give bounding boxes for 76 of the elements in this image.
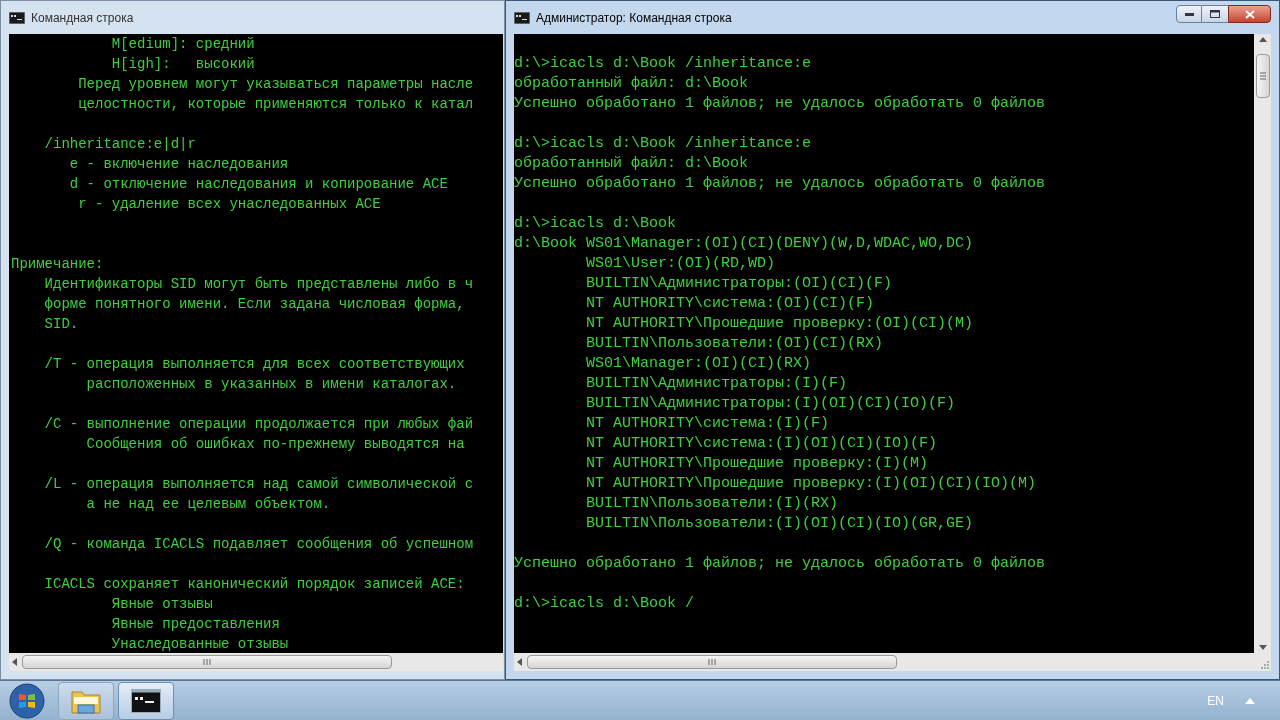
window-title: Администратор: Командная строка	[536, 10, 732, 27]
console-line: /inheritance:e|d|r	[43, 135, 196, 154]
caret-up-icon	[1245, 697, 1255, 704]
console-icon	[9, 12, 25, 24]
console-line: Перед уровнем могут указываться параметры насле	[77, 75, 474, 94]
horizontal-scrollbar[interactable]	[514, 653, 1254, 671]
console-line: обработанный файл: d:\Book	[514, 154, 749, 174]
console-line: Явные отзывы	[110, 595, 213, 614]
console-line: M[edium]: средний	[110, 35, 255, 54]
window-title: Командная строка	[31, 10, 134, 27]
console-line: Унаследованные отзывы	[110, 635, 289, 653]
console-line: /C - выполнение операции продолжается при любых фай	[43, 415, 474, 434]
console-line: NT AUTHORITY\система:(I)(OI)(CI)(IO)(F)	[585, 434, 938, 454]
grip-dots-icon	[1260, 660, 1269, 669]
grip-icon	[708, 659, 716, 665]
console-line: NT AUTHORITY\Прошедшие проверку:(I)(M)	[585, 454, 929, 474]
console-icon	[131, 688, 161, 713]
console-line: Примечание:	[11, 255, 104, 274]
scroll-left-icon[interactable]	[517, 658, 523, 666]
scroll-down-icon[interactable]	[1258, 645, 1267, 650]
vertical-scrollbar[interactable]	[1254, 34, 1271, 653]
console-line: d:\Book WS01\Manager:(OI)(CI)(DENY)(W,D,WDAC,WO,DC)	[514, 234, 974, 254]
console-line: d:\>icacls d:\Book /inheritance:e	[514, 54, 812, 74]
maximize-icon	[1210, 10, 1220, 18]
console-line: расположенных в указанных в имени каталогах.	[85, 375, 457, 394]
taskbar-button[interactable]	[118, 681, 174, 720]
horizontal-scrollbar[interactable]	[9, 653, 503, 671]
grip-icon	[203, 659, 211, 665]
language-indicator[interactable]: EN	[1207, 691, 1224, 710]
grip-icon	[1259, 72, 1266, 80]
console-line: BUILTIN\Пользователи:(OI)(CI)(RX)	[585, 334, 884, 354]
scrollbar-thumb[interactable]	[527, 655, 897, 669]
console-line: а не над ее целевым объектом.	[85, 495, 331, 514]
minimize-icon	[1184, 12, 1194, 16]
console-line: d - отключение наследования и копирование ACE	[68, 175, 448, 194]
console-line: целостности, которые применяются только к катал	[77, 95, 474, 114]
maximize-button[interactable]	[1202, 5, 1228, 23]
console-line: BUILTIN\Администраторы:(I)(F)	[585, 374, 848, 394]
console-line: d:\>icacls d:\Book /	[514, 594, 695, 614]
scrollbar-thumb[interactable]	[22, 655, 392, 669]
console-line: NT AUTHORITY\система:(OI)(CI)(F)	[585, 294, 875, 314]
minimize-button[interactable]	[1176, 5, 1202, 23]
close-button[interactable]	[1228, 5, 1271, 23]
console-line: d:\>icacls d:\Book	[514, 214, 677, 234]
console-line: форме понятного имени. Если задана числовая форма,	[43, 295, 465, 314]
console-line: Сообщения об ошибках по-прежнему выводятся на	[85, 435, 465, 454]
console-line: Явные предоставления	[110, 615, 280, 634]
console-line: NT AUTHORITY\Прошедшие проверку:(I)(OI)(CI)(IO)(M)	[585, 474, 1037, 494]
console-line: NT AUTHORITY\Прошедшие проверку:(OI)(CI)(M)	[585, 314, 974, 334]
console-line: SID.	[43, 315, 79, 334]
console-line: /T - операция выполняется для всех соответствующих	[43, 355, 465, 374]
console-line: WS01\User:(OI)(RD,WD)	[585, 254, 776, 274]
console-line: WS01\Manager:(OI)(CI)(RX)	[585, 354, 812, 374]
console-line: Успешно обработано 1 файлов; не удалось обработать 0 файлов	[514, 174, 1046, 194]
start-orb-icon	[9, 682, 45, 719]
scroll-left-icon[interactable]	[12, 658, 18, 666]
console-line: /Q - команда ICACLS подавляет сообщения об успешном	[43, 535, 474, 554]
console-line: NT AUTHORITY\система:(I)(F)	[585, 414, 830, 434]
console-line: BUILTIN\Администраторы:(I)(OI)(CI)(IO)(F)	[585, 394, 956, 414]
console-line: Успешно обработано 1 файлов; не удалось обработать 0 файлов	[514, 554, 1046, 574]
console-line: обработанный файл: d:\Book	[514, 74, 749, 94]
console-line: e - включение наследования	[68, 155, 289, 174]
scroll-up-icon[interactable]	[1258, 37, 1267, 42]
console-icon	[514, 12, 530, 24]
console-line: Идентификаторы SID могут быть представлены либо в ч	[43, 275, 474, 294]
console-line: /L - операция выполняется над самой символической с	[43, 475, 474, 494]
console-line: r - удаление всех унаследованных ACE	[77, 195, 381, 214]
console-line: ICACLS сохраняет канонический порядок записей ACE:	[43, 575, 465, 594]
scrollbar-thumb[interactable]	[1255, 54, 1270, 98]
console-line: H[igh]: высокий	[110, 55, 255, 74]
console-line: BUILTIN\Пользователи:(I)(RX)	[585, 494, 839, 514]
close-icon	[1244, 9, 1255, 19]
console-line: BUILTIN\Администраторы:(OI)(CI)(F)	[585, 274, 893, 294]
console-line: d:\>icacls d:\Book /inheritance:e	[514, 134, 812, 154]
console-line: Успешно обработано 1 файлов; не удалось обработать 0 файлов	[514, 94, 1046, 114]
console-line: BUILTIN\Пользователи:(I)(OI)(CI)(IO)(GR,GE)	[585, 514, 974, 534]
